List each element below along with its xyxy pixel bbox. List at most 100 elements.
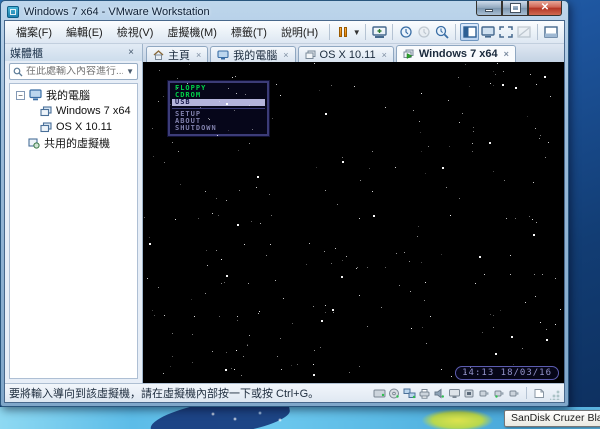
menu-tabs[interactable]: 標籤(T) bbox=[224, 21, 274, 43]
menu-file[interactable]: 檔案(F) bbox=[9, 21, 59, 43]
display-icon[interactable] bbox=[447, 387, 461, 400]
send-ctrl-alt-del-button[interactable] bbox=[370, 23, 388, 41]
star bbox=[533, 233, 536, 236]
menu-edit[interactable]: 編輯(E) bbox=[59, 21, 110, 43]
star bbox=[331, 308, 334, 311]
suspend-button[interactable] bbox=[334, 23, 352, 41]
title-bar[interactable]: Windows 7 x64 - VMware Workstation ✕ bbox=[4, 1, 565, 20]
menu-help[interactable]: 說明(H) bbox=[274, 21, 325, 43]
close-button[interactable]: ✕ bbox=[528, 1, 562, 16]
tab-home[interactable]: 主頁 × bbox=[146, 46, 209, 62]
take-snapshot-button[interactable] bbox=[397, 23, 415, 41]
star bbox=[208, 119, 210, 121]
cdrom-icon[interactable] bbox=[387, 387, 401, 400]
star bbox=[492, 170, 494, 172]
star bbox=[189, 63, 191, 65]
tree-item-osx[interactable]: OS X 10.11 bbox=[10, 119, 137, 135]
usb-device-icon[interactable] bbox=[477, 387, 491, 400]
tree-item-my-computer[interactable]: − 我的電腦 bbox=[10, 87, 137, 103]
minimize-button[interactable] bbox=[476, 1, 502, 16]
star bbox=[495, 74, 497, 76]
snapshot-manager-button[interactable] bbox=[433, 23, 451, 41]
tab-my-computer[interactable]: 我的電腦 × bbox=[210, 46, 296, 62]
star bbox=[275, 280, 277, 282]
usb-controller-icon[interactable] bbox=[462, 387, 476, 400]
tree-item-windows7[interactable]: Windows 7 x64 bbox=[10, 103, 137, 119]
vmware-app-icon bbox=[7, 5, 19, 18]
star bbox=[538, 138, 540, 140]
star bbox=[394, 167, 396, 169]
star bbox=[207, 118, 209, 120]
revert-snapshot-button[interactable] bbox=[415, 23, 433, 41]
star bbox=[500, 309, 502, 311]
boot-item-usb[interactable]: USB bbox=[172, 99, 265, 106]
menu-vm[interactable]: 虛擬機(M) bbox=[160, 21, 224, 43]
vm-icon bbox=[305, 50, 316, 59]
device-status-icons bbox=[372, 387, 560, 400]
star bbox=[359, 365, 361, 367]
star bbox=[492, 327, 494, 329]
show-library-button[interactable] bbox=[460, 23, 479, 41]
tree-item-shared-vms[interactable]: 共用的虛擬機 bbox=[10, 135, 137, 151]
boot-item-shutdown[interactable]: SHUTDOWN bbox=[172, 125, 265, 132]
star bbox=[399, 284, 401, 286]
star bbox=[269, 243, 271, 245]
usb-device-icon[interactable] bbox=[507, 387, 521, 400]
library-close-button[interactable]: × bbox=[125, 47, 137, 58]
suspend-dropdown[interactable]: ▼ bbox=[352, 28, 361, 37]
hard-disk-icon[interactable] bbox=[372, 387, 386, 400]
star bbox=[543, 76, 546, 79]
search-input[interactable] bbox=[26, 66, 124, 77]
search-dropdown-icon[interactable]: ▼ bbox=[126, 67, 134, 76]
toolbar-separator bbox=[329, 24, 331, 40]
star bbox=[330, 84, 332, 86]
tab-close-icon[interactable]: × bbox=[196, 50, 201, 60]
status-message: 要將輸入導向到該虛擬機，請在虛擬機內部按一下或按 Ctrl+G。 bbox=[9, 388, 320, 400]
menu-view[interactable]: 檢視(V) bbox=[110, 21, 161, 43]
console-view-button[interactable] bbox=[479, 23, 497, 41]
printer-icon[interactable] bbox=[417, 387, 431, 400]
vm-screen[interactable]: FLOPPY CDROM USB SETUP ABOUT SHUTDOWN 14… bbox=[143, 62, 564, 383]
star bbox=[179, 184, 181, 186]
star bbox=[248, 143, 250, 145]
message-log-icon[interactable] bbox=[532, 387, 546, 400]
tab-close-icon[interactable]: × bbox=[382, 50, 387, 60]
tab-close-icon[interactable]: × bbox=[283, 50, 288, 60]
tab-osx[interactable]: OS X 10.11 × bbox=[297, 46, 394, 62]
collapse-icon[interactable]: − bbox=[16, 90, 25, 100]
star bbox=[323, 251, 325, 253]
star bbox=[545, 157, 547, 159]
tab-close-icon[interactable]: × bbox=[504, 49, 509, 59]
toolbar-separator bbox=[536, 24, 538, 40]
star bbox=[540, 322, 542, 324]
star bbox=[420, 132, 422, 133]
show-console-view-button[interactable] bbox=[542, 23, 560, 41]
star bbox=[425, 173, 427, 175]
star bbox=[169, 365, 171, 367]
sound-card-icon[interactable] bbox=[432, 387, 446, 400]
vm-icon bbox=[40, 121, 52, 132]
console-monitor-icon bbox=[481, 26, 495, 38]
star bbox=[427, 146, 429, 148]
star bbox=[249, 105, 251, 107]
maximize-button[interactable] bbox=[502, 1, 528, 16]
star bbox=[313, 349, 315, 351]
tab-windows7[interactable]: Windows 7 x64 × bbox=[395, 45, 516, 62]
usb-device-icon[interactable] bbox=[492, 387, 506, 400]
unity-button[interactable] bbox=[515, 23, 533, 41]
tree-item-label: OS X 10.11 bbox=[56, 121, 113, 133]
star bbox=[488, 142, 491, 145]
star bbox=[158, 69, 160, 71]
star bbox=[540, 134, 542, 136]
unity-icon bbox=[517, 26, 531, 38]
resize-grip[interactable] bbox=[550, 389, 560, 400]
star bbox=[425, 342, 427, 344]
star bbox=[403, 252, 405, 254]
star bbox=[280, 95, 282, 97]
star bbox=[471, 143, 473, 145]
star bbox=[257, 175, 260, 178]
star bbox=[448, 145, 450, 147]
network-adapter-icon[interactable] bbox=[402, 387, 416, 400]
fullscreen-button[interactable] bbox=[497, 23, 515, 41]
star bbox=[416, 235, 418, 237]
